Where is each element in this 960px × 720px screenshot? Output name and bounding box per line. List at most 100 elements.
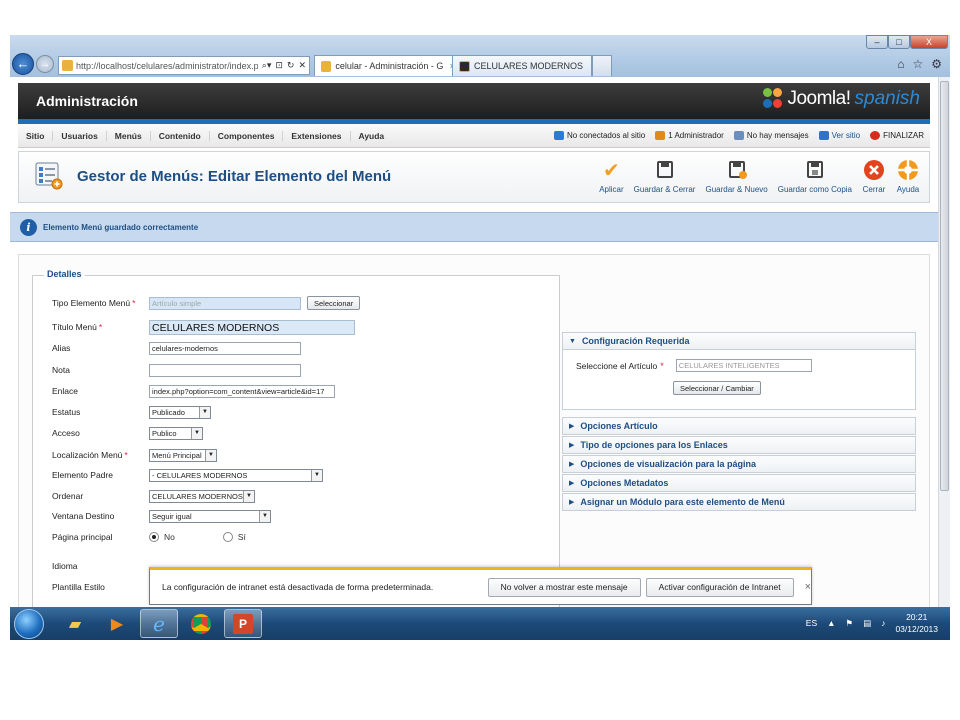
clock[interactable]: 20:21 03/12/2013 xyxy=(895,611,938,635)
taskbar-explorer[interactable]: ▰ xyxy=(56,609,94,638)
close-button[interactable]: Cerrar xyxy=(857,156,891,196)
network-icon[interactable]: ▤ xyxy=(863,618,871,629)
field-menu-location: Localización Menú * Menú Principal ▼ xyxy=(52,447,217,463)
back-button[interactable]: ← xyxy=(12,53,34,75)
tab-label: celular - Administración - G... xyxy=(335,61,444,71)
monitor-icon xyxy=(818,131,829,140)
link-input[interactable]: index.php?option=com_content&view=articl… xyxy=(149,384,335,398)
menu-contenido[interactable]: Contenido xyxy=(151,130,210,141)
menu-manager-icon xyxy=(35,162,63,190)
menu-ayuda[interactable]: Ayuda xyxy=(351,131,393,141)
favorites-star-icon[interactable]: ☆ xyxy=(912,57,923,71)
address-bar[interactable]: http://localhost/celulares/administrator… xyxy=(58,56,310,75)
accordion-metadata-options[interactable]: ▶ Opciones Metadatos xyxy=(562,474,916,492)
menu-location-select[interactable]: Menú Principal ▼ xyxy=(149,448,217,462)
select-type-button[interactable]: Seleccionar xyxy=(307,296,361,310)
taskbar-chrome[interactable] xyxy=(182,609,220,638)
accordion-required-config[interactable]: ▼ Configuración Requerida xyxy=(562,332,916,350)
search-dropdown-icon[interactable]: ⌕▾ xyxy=(262,60,272,71)
field-language: Idioma xyxy=(52,561,78,571)
forward-button[interactable]: → xyxy=(36,55,54,73)
home-si-radio[interactable]: Sí xyxy=(222,532,246,542)
vertical-scrollbar[interactable] xyxy=(938,77,950,607)
minimize-button[interactable]: – xyxy=(866,35,888,49)
save-close-button[interactable]: Guardar & Cerrar xyxy=(629,156,701,196)
view-site-link[interactable]: Ver sitio xyxy=(818,131,860,140)
browser-tab-site[interactable]: CELULARES MODERNOS xyxy=(452,55,592,76)
field-status: Estatus Publicado ▼ xyxy=(52,404,211,420)
parent-select[interactable]: - CELULARES MODERNOS ▼ xyxy=(149,468,323,482)
power-icon xyxy=(870,131,881,140)
logout-link[interactable]: FINALIZAR xyxy=(870,131,924,140)
alias-input[interactable]: celulares-modernos xyxy=(149,341,301,355)
joomla-word: Joomla! xyxy=(787,88,851,109)
page-viewport: Administración Joomla! spanish Sitio Usu… xyxy=(10,77,938,607)
target-window-select[interactable]: Seguir igual ▼ xyxy=(149,509,271,523)
dont-show-again-button[interactable]: No volver a mostrar este mensaje xyxy=(487,577,641,597)
clock-date: 03/12/2013 xyxy=(895,624,938,634)
taskbar-powerpoint[interactable]: P xyxy=(224,609,262,638)
scrollbar-thumb[interactable] xyxy=(940,81,949,491)
menu-extensiones[interactable]: Extensiones xyxy=(283,130,351,141)
help-button[interactable]: Ayuda xyxy=(891,156,925,196)
message-text: Elemento Menú guardado correctamente xyxy=(43,222,199,232)
select-change-article-button[interactable]: Seleccionar / Cambiar xyxy=(673,381,761,395)
refresh-icon[interactable]: ↻ xyxy=(287,60,295,71)
start-button[interactable] xyxy=(14,609,44,639)
tray-arrow-icon[interactable]: ▲ xyxy=(827,618,835,628)
note-input[interactable] xyxy=(149,363,301,377)
language-indicator[interactable]: ES xyxy=(806,618,817,628)
powerpoint-icon: P xyxy=(233,613,253,634)
notification-close-icon[interactable]: × xyxy=(805,581,811,593)
gear-icon[interactable]: ⚙ xyxy=(931,57,942,71)
menu-sitio[interactable]: Sitio xyxy=(18,130,54,141)
media-player-icon: ▶ xyxy=(110,615,124,633)
internet-explorer-icon: e xyxy=(153,611,165,636)
stop-icon[interactable]: ✕ xyxy=(298,60,306,71)
volume-icon[interactable]: ♪ xyxy=(881,618,885,628)
home-no-radio[interactable]: No xyxy=(149,532,175,542)
save-copy-button[interactable]: Guardar como Copia xyxy=(773,156,857,196)
maximize-button[interactable]: □ xyxy=(888,35,910,49)
apply-button[interactable]: ✔ Aplicar xyxy=(594,156,628,196)
users-icon xyxy=(553,131,564,140)
triangle-right-icon: ▶ xyxy=(569,423,575,430)
field-note: Nota xyxy=(52,362,301,378)
access-select[interactable]: Publico ▼ xyxy=(149,426,203,440)
new-tab-button[interactable] xyxy=(592,55,612,76)
url-text[interactable]: http://localhost/celulares/administrator… xyxy=(76,61,258,71)
chrome-icon xyxy=(191,613,211,634)
field-access: Acceso Publico ▼ xyxy=(52,425,203,441)
save-close-icon xyxy=(656,161,673,178)
accordion-page-display-options[interactable]: ▶ Opciones de visualización para la págin… xyxy=(562,455,916,473)
menu-componentes[interactable]: Componentes xyxy=(210,130,284,141)
accordion-article-options[interactable]: ▶ Opciones Artículo xyxy=(562,417,916,435)
order-select[interactable]: CELULARES MODERNOS ▼ xyxy=(149,489,255,503)
taskbar-media-player[interactable]: ▶ xyxy=(98,609,136,638)
menu-menus[interactable]: Menús xyxy=(107,130,151,141)
accordion-module-assignment[interactable]: ▶ Asignar un Módulo para este elemento de… xyxy=(562,493,916,511)
home-icon[interactable]: ⌂ xyxy=(897,57,904,71)
save-new-button[interactable]: Guardar & Nuevo xyxy=(700,156,772,196)
menu-usuarios[interactable]: Usuarios xyxy=(53,130,107,141)
field-title: Título Menú * CELULARES MODERNOS xyxy=(52,319,355,335)
details-legend: Detalles xyxy=(44,269,85,279)
field-order: Ordenar CELULARES MODERNOS ▼ xyxy=(52,488,255,504)
compat-icon[interactable]: ⊡ xyxy=(275,60,283,71)
clock-time: 20:21 xyxy=(906,612,928,622)
radio-empty-icon xyxy=(222,532,233,542)
field-parent: Elemento Padre - CELULARES MODERNOS ▼ xyxy=(52,467,323,483)
taskbar-internet-explorer[interactable]: e xyxy=(140,609,178,638)
accordion-link-type-options[interactable]: ▶ Tipo de opciones para los Enlaces xyxy=(562,436,916,454)
desktop-screen: – □ X ← → http://localhost/celulares/adm… xyxy=(10,35,950,640)
status-select[interactable]: Publicado ▼ xyxy=(149,405,211,419)
chevron-down-icon: ▼ xyxy=(259,510,270,522)
browser-tab-admin[interactable]: celular - Administración - G... × xyxy=(314,55,462,76)
action-center-flag-icon[interactable]: ⚑ xyxy=(846,618,854,629)
joomla-header: Administración Joomla! spanish xyxy=(18,83,930,119)
close-window-button[interactable]: X xyxy=(910,35,948,49)
enable-intranet-button[interactable]: Activar configuración de Intranet xyxy=(645,577,794,597)
admin-menu-bar: Sitio Usuarios Menús Contenido Component… xyxy=(18,124,930,148)
intranet-notification-bar: La configuración de intranet está desact… xyxy=(149,567,812,605)
title-input[interactable]: CELULARES MODERNOS xyxy=(149,319,355,335)
